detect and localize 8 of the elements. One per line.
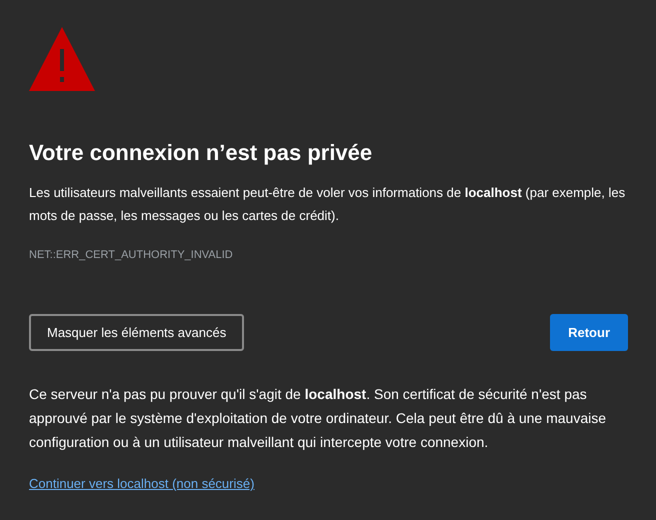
warning-icon: [29, 27, 95, 91]
page-heading: Votre connexion n’est pas privée: [29, 139, 374, 167]
details-text: Ce serveur n'a pas pu prouver qu'il s'agit de localhost. Son certificat de sécurité n'est pas approuvé par le système d'exploitation de votre ordinateur. Cela peut être dû à une mauvaise configuration ou à un utilisateur malveillant qui intercepte votre connexion.: [29, 385, 608, 452]
advanced-button[interactable]: Masquer les éléments avancés: [29, 314, 244, 351]
back-button[interactable]: Retour: [550, 314, 628, 351]
summary-text: Les utilisateurs malveillants essaient peut-être de voler vos informations de localhost (par exemple, les mots de passe, les messages ou les cartes de crédit).: [29, 184, 626, 225]
proceed-link[interactable]: Continuer vers localhost (non sécurisé): [29, 476, 254, 491]
error-code: NET::ERR_CERT_AUTHORITY_INVALID: [29, 248, 234, 262]
